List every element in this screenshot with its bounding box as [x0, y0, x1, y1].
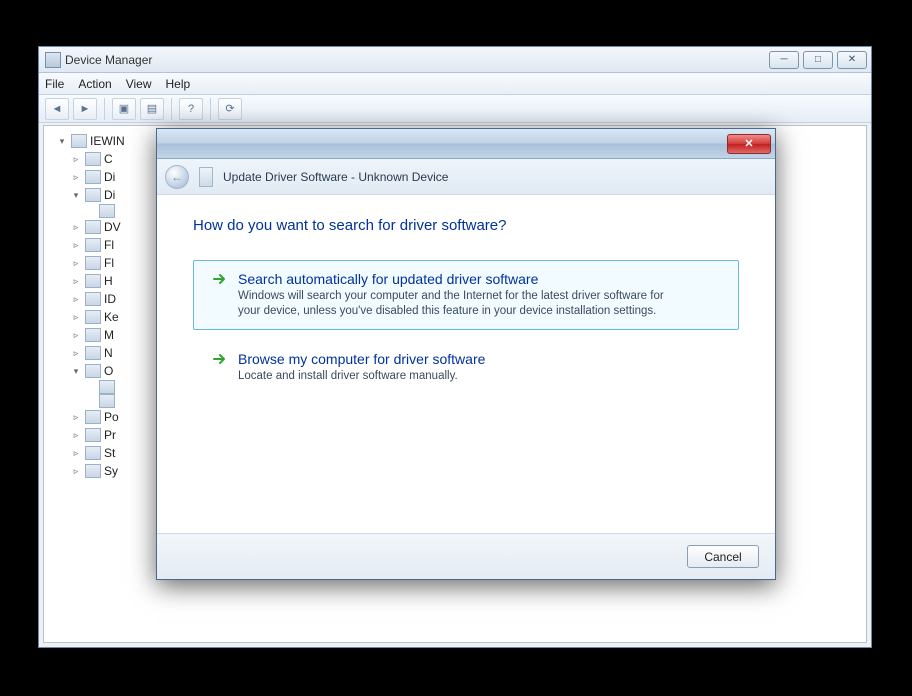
tree-item-label: DV	[104, 218, 121, 236]
device-category-icon	[85, 170, 101, 184]
tree-item-label: H	[104, 272, 113, 290]
device-category-icon	[85, 310, 101, 324]
tree-item-label: Ke	[104, 308, 119, 326]
dialog-question: How do you want to search for driver sof…	[193, 217, 739, 234]
option-description: Windows will search your computer and th…	[238, 289, 678, 319]
device-category-icon	[99, 394, 115, 408]
tree-item-label: M	[104, 326, 114, 344]
show-hide-tree-button[interactable]: ▣	[112, 98, 136, 120]
tree-item-label: Di	[104, 168, 115, 186]
device-category-icon	[85, 346, 101, 360]
tree-item-label: Di	[104, 186, 115, 204]
properties-button[interactable]: ▤	[140, 98, 164, 120]
nav-back-button[interactable]: ◄	[45, 98, 69, 120]
tree-item-label: C	[104, 150, 113, 168]
dialog-body: How do you want to search for driver sof…	[157, 195, 775, 533]
tree-item-label: Po	[104, 408, 119, 426]
cancel-button[interactable]: Cancel	[687, 545, 759, 568]
tree-item-label: Sy	[104, 462, 118, 480]
main-titlebar: Device Manager ─ □ ✕	[39, 47, 871, 73]
menu-bar: File Action View Help	[39, 73, 871, 95]
option-title: Browse my computer for driver software	[238, 351, 485, 367]
tree-item-label: Pr	[104, 426, 116, 444]
update-driver-dialog: ✕ ← Update Driver Software - Unknown Dev…	[156, 128, 776, 580]
device-category-icon	[85, 464, 101, 478]
toolbar: ◄ ► ▣ ▤ ? ⟳	[39, 95, 871, 123]
device-category-icon	[99, 380, 115, 394]
device-category-icon	[85, 188, 101, 202]
scan-hardware-button[interactable]: ⟳	[218, 98, 242, 120]
device-category-icon	[85, 446, 101, 460]
tree-item-label: O	[104, 362, 113, 380]
menu-help[interactable]: Help	[166, 77, 191, 91]
tree-item-label: ID	[104, 290, 116, 308]
device-category-icon	[85, 410, 101, 424]
option-browse-computer[interactable]: Browse my computer for driver software L…	[193, 340, 739, 395]
device-category-icon	[85, 428, 101, 442]
window-title: Device Manager	[65, 53, 152, 67]
device-category-icon	[85, 364, 101, 378]
device-icon	[199, 167, 213, 187]
device-manager-icon	[45, 52, 61, 68]
menu-view[interactable]: View	[126, 77, 152, 91]
toolbar-separator	[171, 98, 172, 120]
maximize-button[interactable]: □	[803, 51, 833, 69]
dialog-close-button[interactable]: ✕	[727, 134, 771, 154]
tree-item-label: Fl	[104, 236, 114, 254]
device-category-icon	[99, 204, 115, 218]
device-category-icon	[85, 152, 101, 166]
device-category-icon	[85, 292, 101, 306]
device-category-icon	[85, 328, 101, 342]
menu-file[interactable]: File	[45, 77, 64, 91]
tree-item-label: St	[104, 444, 115, 462]
toolbar-separator	[104, 98, 105, 120]
device-category-icon	[85, 220, 101, 234]
device-category-icon	[85, 274, 101, 288]
option-search-automatically[interactable]: Search automatically for updated driver …	[193, 260, 739, 330]
option-description: Locate and install driver software manua…	[238, 369, 485, 384]
nav-forward-button[interactable]: ►	[73, 98, 97, 120]
computer-icon	[71, 134, 87, 148]
tree-root-label: IEWIN	[90, 132, 125, 150]
menu-action[interactable]: Action	[78, 77, 111, 91]
minimize-button[interactable]: ─	[769, 51, 799, 69]
arrow-right-icon	[212, 351, 228, 367]
help-button[interactable]: ?	[179, 98, 203, 120]
wizard-back-button[interactable]: ←	[165, 165, 189, 189]
close-button[interactable]: ✕	[837, 51, 867, 69]
tree-item-label: Fl	[104, 254, 114, 272]
arrow-right-icon	[212, 271, 228, 287]
tree-item-label: N	[104, 344, 113, 362]
device-category-icon	[85, 256, 101, 270]
toolbar-separator	[210, 98, 211, 120]
dialog-footer: Cancel	[157, 533, 775, 579]
dialog-titlebar: ✕	[157, 129, 775, 159]
option-title: Search automatically for updated driver …	[238, 271, 678, 287]
dialog-header-text: Update Driver Software - Unknown Device	[223, 170, 448, 184]
device-category-icon	[85, 238, 101, 252]
dialog-header: ← Update Driver Software - Unknown Devic…	[157, 159, 775, 195]
